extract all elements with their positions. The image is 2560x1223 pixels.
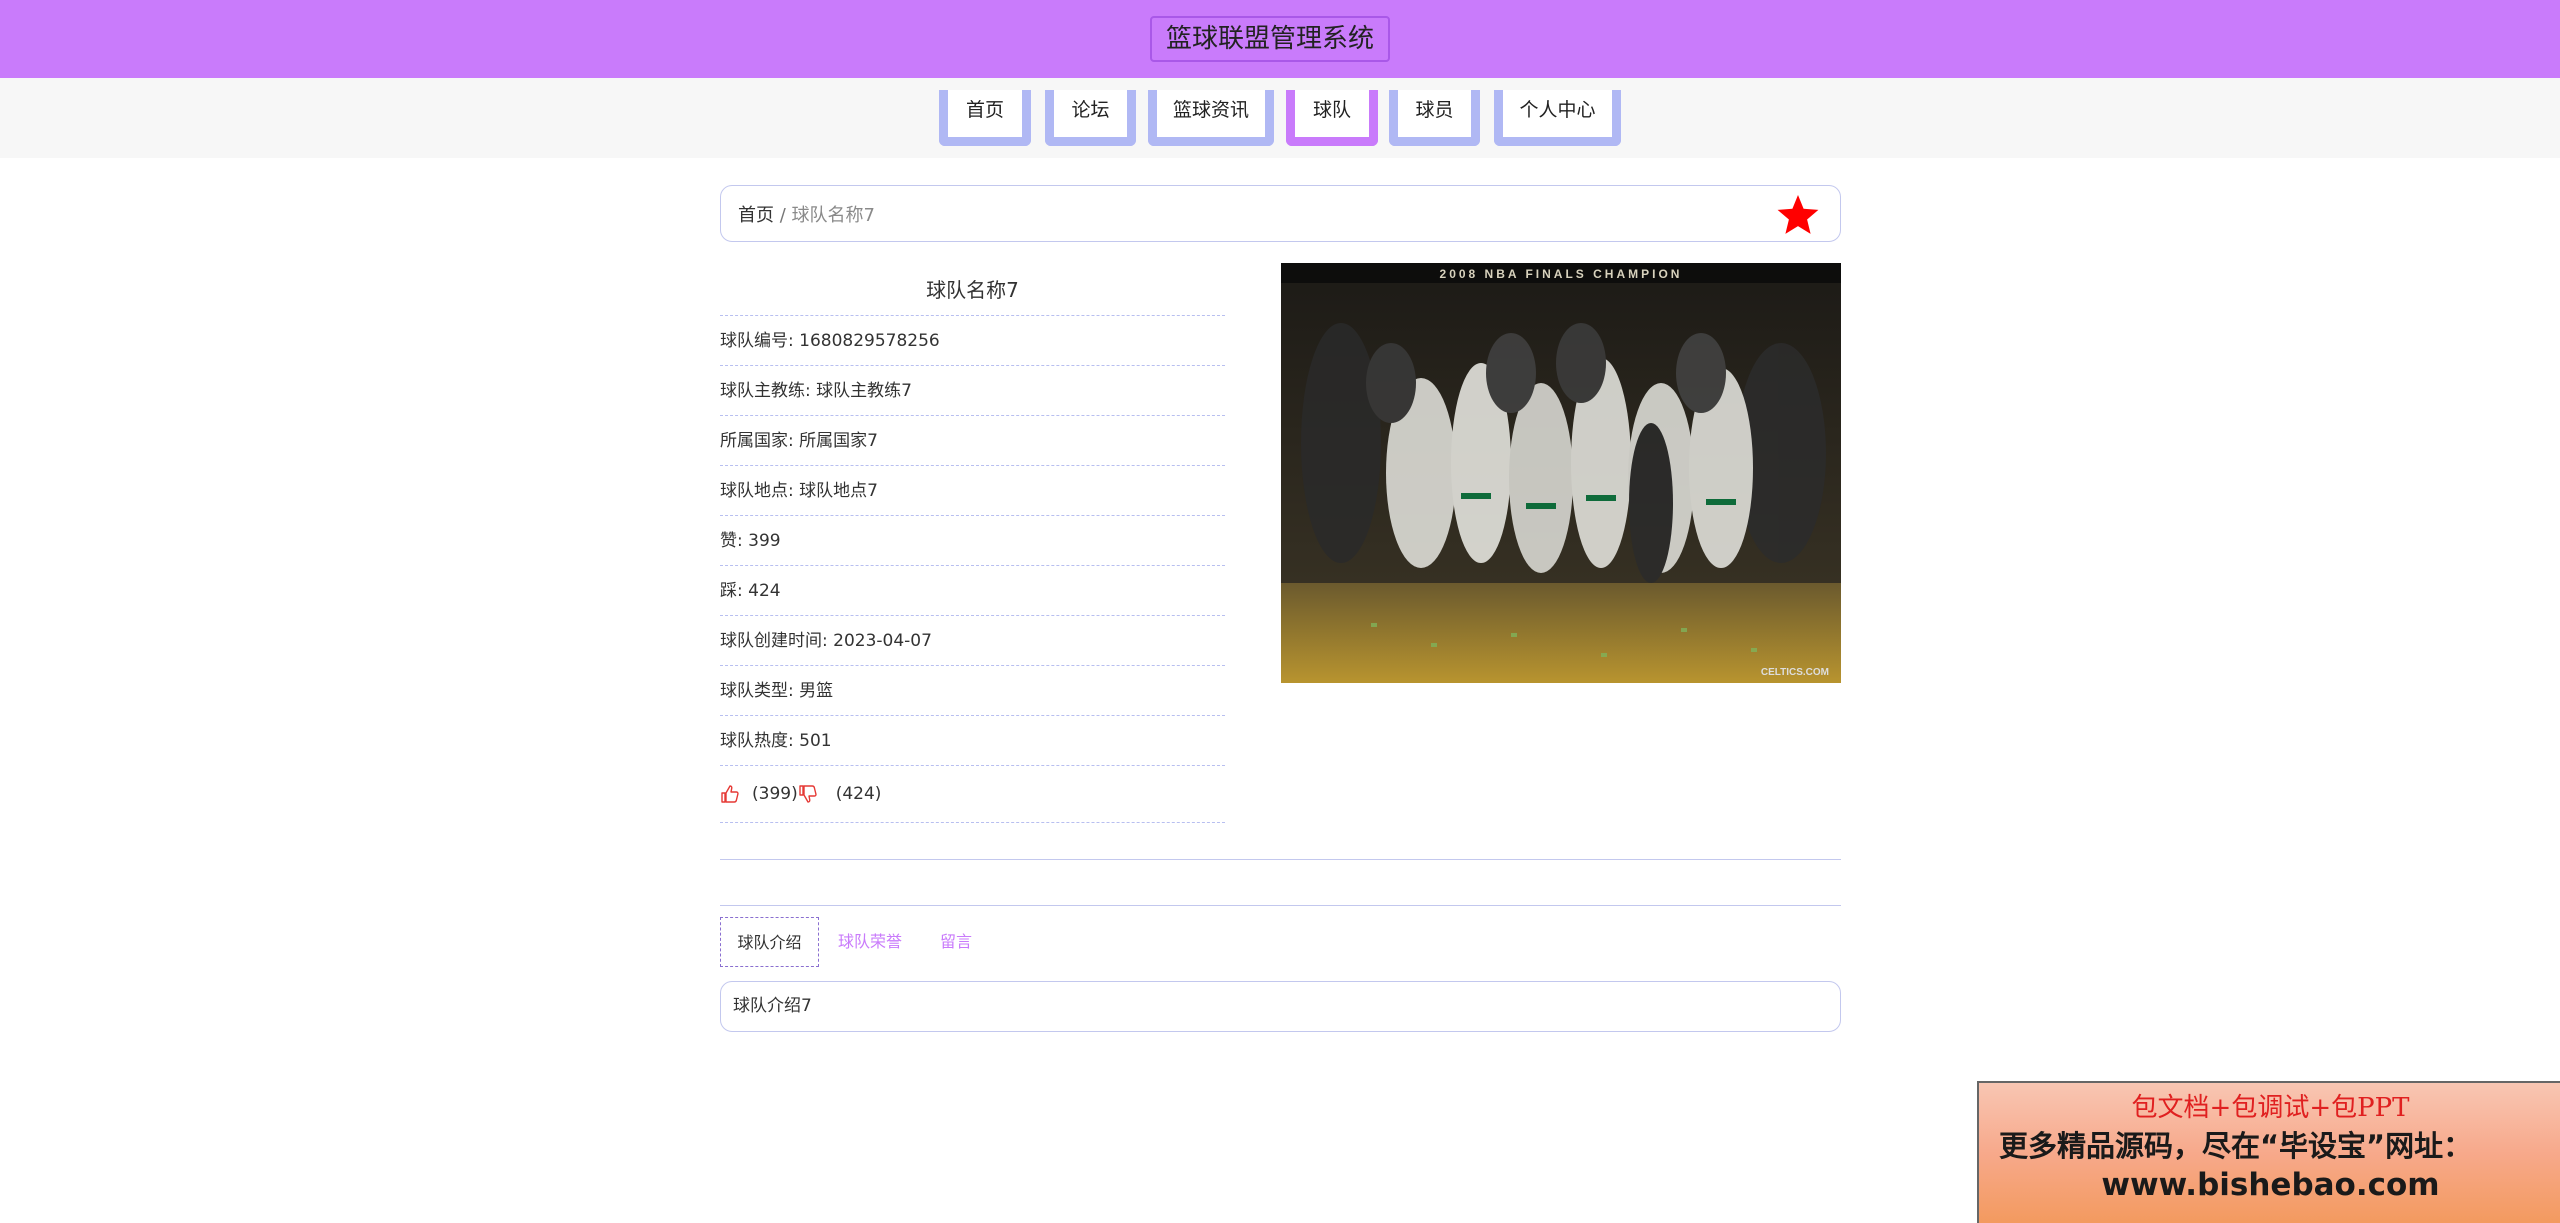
info-label: 球队类型	[720, 681, 788, 701]
main-nav	[0, 78, 2560, 158]
thumbs-up-icon[interactable]	[720, 784, 740, 804]
info-row-coach: 球队主教练: 球队主教练7	[720, 366, 1225, 416]
info-label: 球队创建时间	[720, 631, 822, 651]
team-celebration-image: 2008 NBA FINALS CHAMPION CELTICS.COM	[1281, 263, 1841, 683]
breadcrumb-trail: 首页 / 球队名称7	[738, 201, 875, 227]
dislike-count: (424)	[835, 783, 882, 804]
info-label: 所属国家	[720, 431, 788, 451]
breadcrumb-home-link[interactable]: 首页	[738, 205, 774, 226]
info-label: 踩	[720, 581, 737, 601]
info-row-country: 所属国家: 所属国家7	[720, 416, 1225, 466]
info-label: 球队热度	[720, 731, 788, 751]
info-label: 赞	[720, 531, 737, 551]
ad-line-2: 更多精品源码，尽在“毕设宝”网址：	[1999, 1129, 2473, 1163]
info-value: 424	[748, 581, 781, 601]
info-value: 501	[799, 731, 832, 751]
info-value: 球队地点7	[799, 481, 878, 501]
ad-line-1: 包文档+包调试+包PPT	[2131, 1093, 2410, 1123]
team-name-heading: 球队名称7	[720, 263, 1225, 316]
section-divider	[720, 905, 1841, 906]
ad-url: www.bishebao.com	[2101, 1167, 2440, 1203]
info-label: 球队编号	[720, 331, 788, 351]
breadcrumb: 首页 / 球队名称7	[720, 185, 1841, 242]
info-value: 2023-04-07	[833, 631, 932, 651]
like-count: (399)	[752, 783, 798, 804]
team-info-panel: 球队名称7 球队编号: 1680829578256 球队主教练: 球队主教练7 …	[720, 263, 1225, 823]
photo-banner-text: 2008 NBA FINALS CHAMPION	[1440, 267, 1683, 281]
info-value: 399	[748, 531, 781, 551]
info-label: 球队主教练	[720, 381, 805, 401]
info-row-team-id: 球队编号: 1680829578256	[720, 316, 1225, 366]
info-label: 球队地点	[720, 481, 788, 501]
advertisement-banner[interactable]: 包文档+包调试+包PPT 更多精品源码，尽在“毕设宝”网址： www.bishe…	[1977, 1081, 2560, 1223]
info-value: 1680829578256	[799, 331, 940, 351]
section-divider	[720, 859, 1841, 860]
info-value: 男篮	[799, 681, 834, 701]
info-row-popularity: 球队热度: 501	[720, 716, 1225, 766]
nav-item-forum[interactable]: 论坛	[1045, 90, 1136, 146]
info-value: 球队主教练7	[816, 381, 912, 401]
nav-item-home[interactable]: 首页	[939, 90, 1031, 146]
tab-team-honors[interactable]: 球队荣誉	[829, 917, 911, 967]
info-row-location: 球队地点: 球队地点7	[720, 466, 1225, 516]
star-icon[interactable]	[1776, 192, 1820, 236]
photo-watermark: CELTICS.COM	[1761, 667, 1829, 678]
tab-content-panel: 球队介绍7	[720, 981, 1841, 1032]
info-value: 所属国家7	[799, 431, 878, 451]
nav-item-players[interactable]: 球员	[1389, 90, 1480, 146]
top-header: 篮球联盟管理系统	[0, 0, 2560, 78]
thumbs-down-icon[interactable]	[798, 784, 818, 804]
breadcrumb-separator: /	[779, 205, 786, 226]
site-title: 篮球联盟管理系统	[1150, 16, 1390, 62]
info-row-type: 球队类型: 男篮	[720, 666, 1225, 716]
info-row-dislikes: 踩: 424	[720, 566, 1225, 616]
nav-item-news[interactable]: 篮球资讯	[1148, 90, 1274, 146]
info-row-created: 球队创建时间: 2023-04-07	[720, 616, 1225, 666]
breadcrumb-current: 球队名称7	[791, 205, 875, 226]
team-photo: 2008 NBA FINALS CHAMPION CELTICS.COM	[1281, 263, 1841, 683]
nav-item-profile[interactable]: 个人中心	[1494, 90, 1621, 146]
tab-team-intro[interactable]: 球队介绍	[720, 917, 819, 967]
tab-messages[interactable]: 留言	[926, 917, 986, 967]
info-row-likes: 赞: 399	[720, 516, 1225, 566]
vote-row: (399) (424)	[720, 766, 1225, 823]
nav-item-teams[interactable]: 球队	[1286, 90, 1378, 146]
